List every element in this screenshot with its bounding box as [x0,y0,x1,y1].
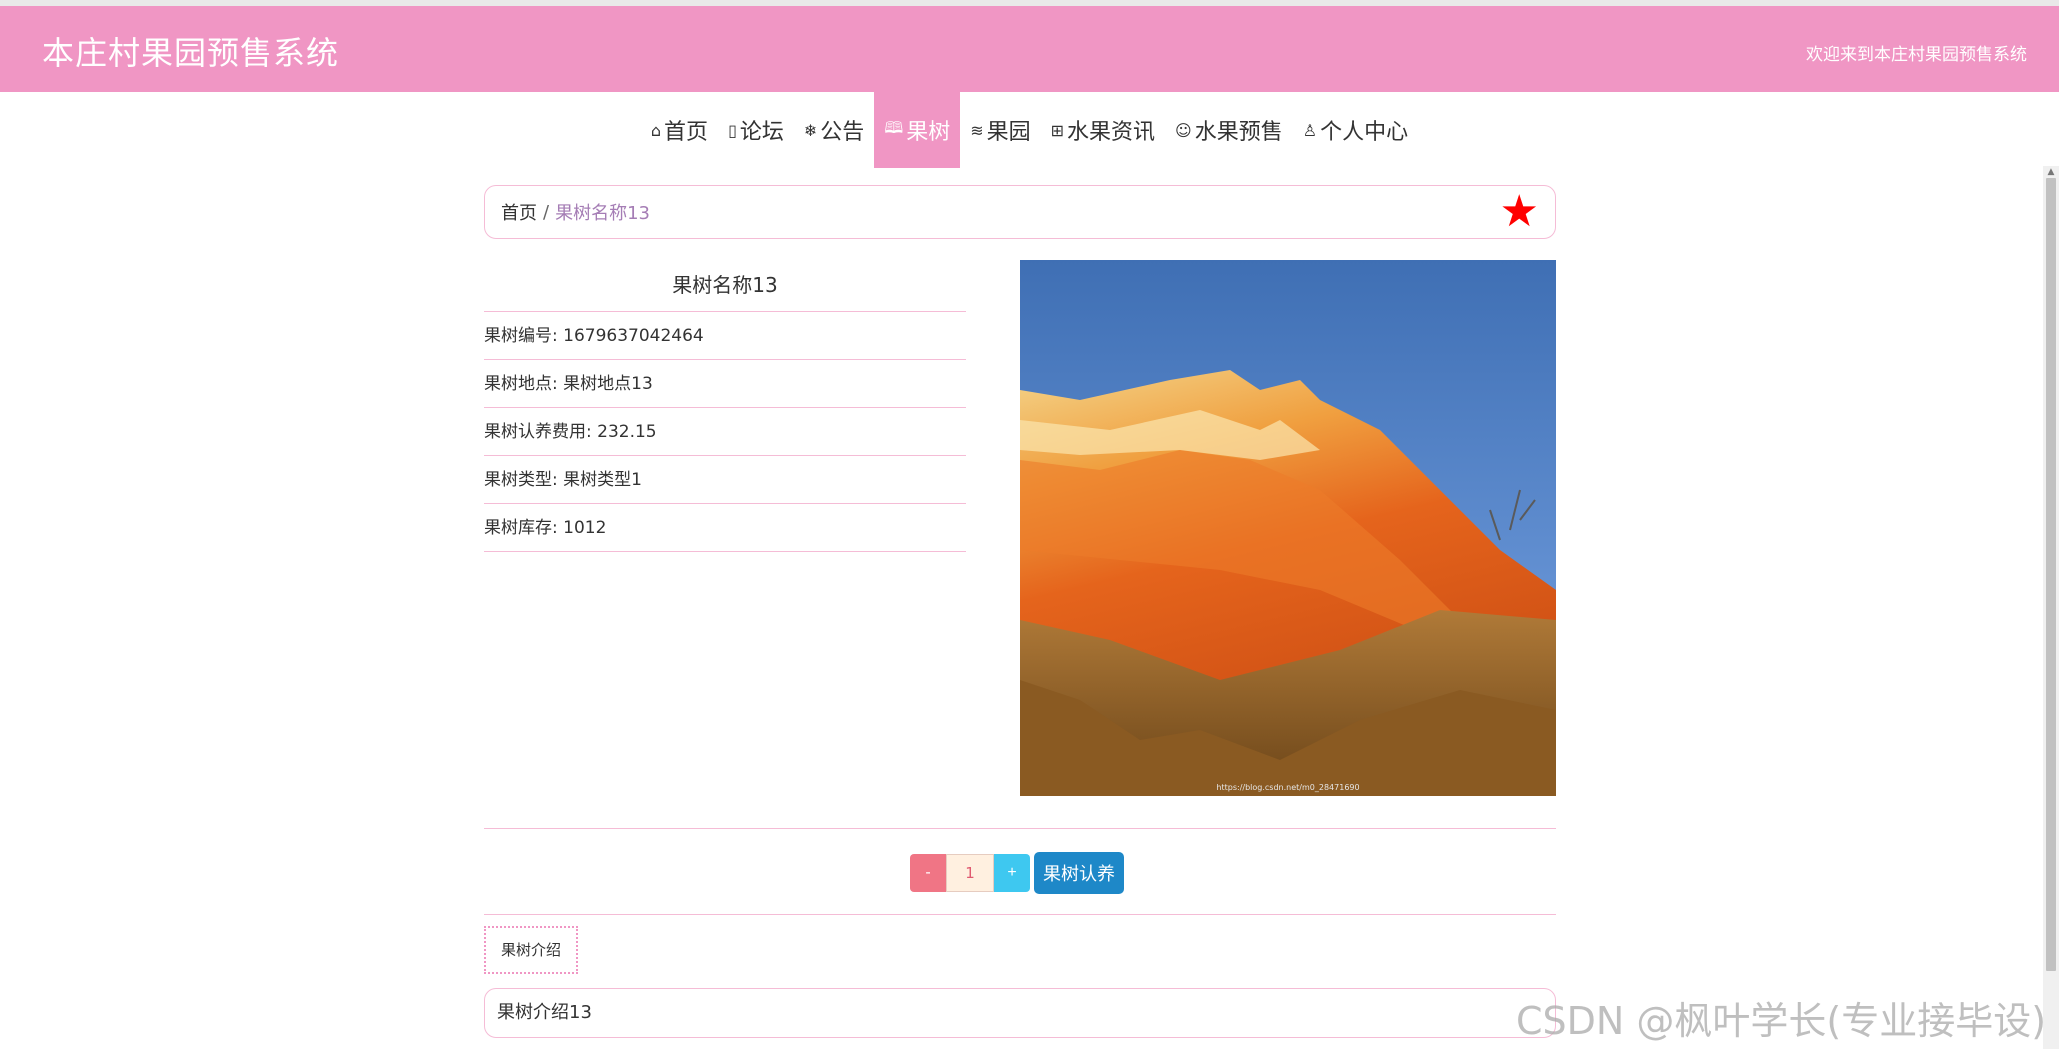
divider-bottom [484,914,1556,915]
breadcrumb-home[interactable]: 首页 [501,199,537,225]
welcome-text: 欢迎来到本庄村果园预售系统 [1806,45,2027,65]
image-caption: https://blog.csdn.net/m0_28471690 [1216,783,1359,792]
nav-item-label: 水果预售 [1194,120,1283,145]
nav-item-fruit-news[interactable]: ⊞ 水果资讯 [1041,92,1165,168]
detail-row-fee: 果树认养费用: 232.15 [484,408,966,456]
smile-icon: ☺ [1175,120,1192,140]
nav-item-label: 果树 [906,120,951,145]
nav-item-forum[interactable]: ▯ 论坛 [718,92,794,168]
breadcrumb-current: 果树名称13 [555,203,650,224]
decrease-quantity-button[interactable]: - [910,854,946,892]
divider-top [484,828,1556,829]
nav-item-orchard[interactable]: ≋ 果园 [960,92,1040,168]
tab-intro[interactable]: 果树介绍 [484,926,578,974]
nav-item-label: 果园 [986,120,1031,145]
gift-icon: ⊞ [1050,120,1065,140]
detail-row-location: 果树地点: 果树地点13 [484,360,966,408]
nav-item-label: 论坛 [739,120,784,145]
nav-item-label: 首页 [664,120,709,145]
book-icon: 🕮 [884,117,904,137]
snowflake-icon: ❄ [803,120,818,140]
quantity-input[interactable] [946,854,994,892]
detail-row-stock: 果树库存: 1012 [484,504,966,552]
adopt-tree-button[interactable]: 果树认养 [1034,852,1124,894]
nav-item-announcement[interactable]: ❄ 公告 [794,92,874,168]
detail-row-id: 果树编号: 1679637042464 [484,312,966,360]
nav-item-home[interactable]: ⌂ 首页 [641,92,718,168]
nav-item-label: 水果资讯 [1067,120,1156,145]
nav-item-fruit-presale[interactable]: ☺ 水果预售 [1165,92,1293,168]
star-icon[interactable]: ★ [1500,190,1539,234]
nav-item-label: 公告 [820,120,865,145]
product-image: https://blog.csdn.net/m0_28471690 [1020,260,1556,796]
layers-icon: ≋ [970,120,984,140]
breadcrumb-separator: / [543,201,550,223]
site-title: 本庄村果园预售系统 [42,34,340,72]
detail-info: 果树名称13 果树编号: 1679637042464 果树地点: 果树地点13 … [484,260,966,552]
detail-row-type: 果树类型: 果树类型1 [484,456,966,504]
nav-item-label: 个人中心 [1320,120,1409,145]
user-icon: ♙ [1302,120,1318,140]
quantity-stepper: - + [910,854,1030,892]
main-nav: ⌂ 首页 ▯ 论坛 ❄ 公告 🕮 果树 ≋ 果园 ⊞ 水果资讯 ☺ 水果预售 ♙… [0,92,2059,168]
document-icon: ▯ [728,120,737,140]
scroll-up-arrow-icon[interactable]: ▲ [2045,166,2057,178]
product-title: 果树名称13 [484,260,966,312]
nav-item-user-center[interactable]: ♙ 个人中心 [1293,92,1418,168]
site-header: 本庄村果园预售系统 欢迎来到本庄村果园预售系统 [0,6,2059,92]
scrollbar-thumb[interactable] [2046,178,2056,971]
home-icon: ⌂ [650,120,662,140]
nav-item-fruit-tree[interactable]: 🕮 果树 [874,92,961,168]
increase-quantity-button[interactable]: + [994,854,1030,892]
intro-content: 果树介绍13 [484,988,1556,1038]
watermark: CSDN @枫叶学长(专业接毕设) [1516,999,2047,1043]
breadcrumb: 首页 / 果树名称13 ★ [484,185,1556,239]
